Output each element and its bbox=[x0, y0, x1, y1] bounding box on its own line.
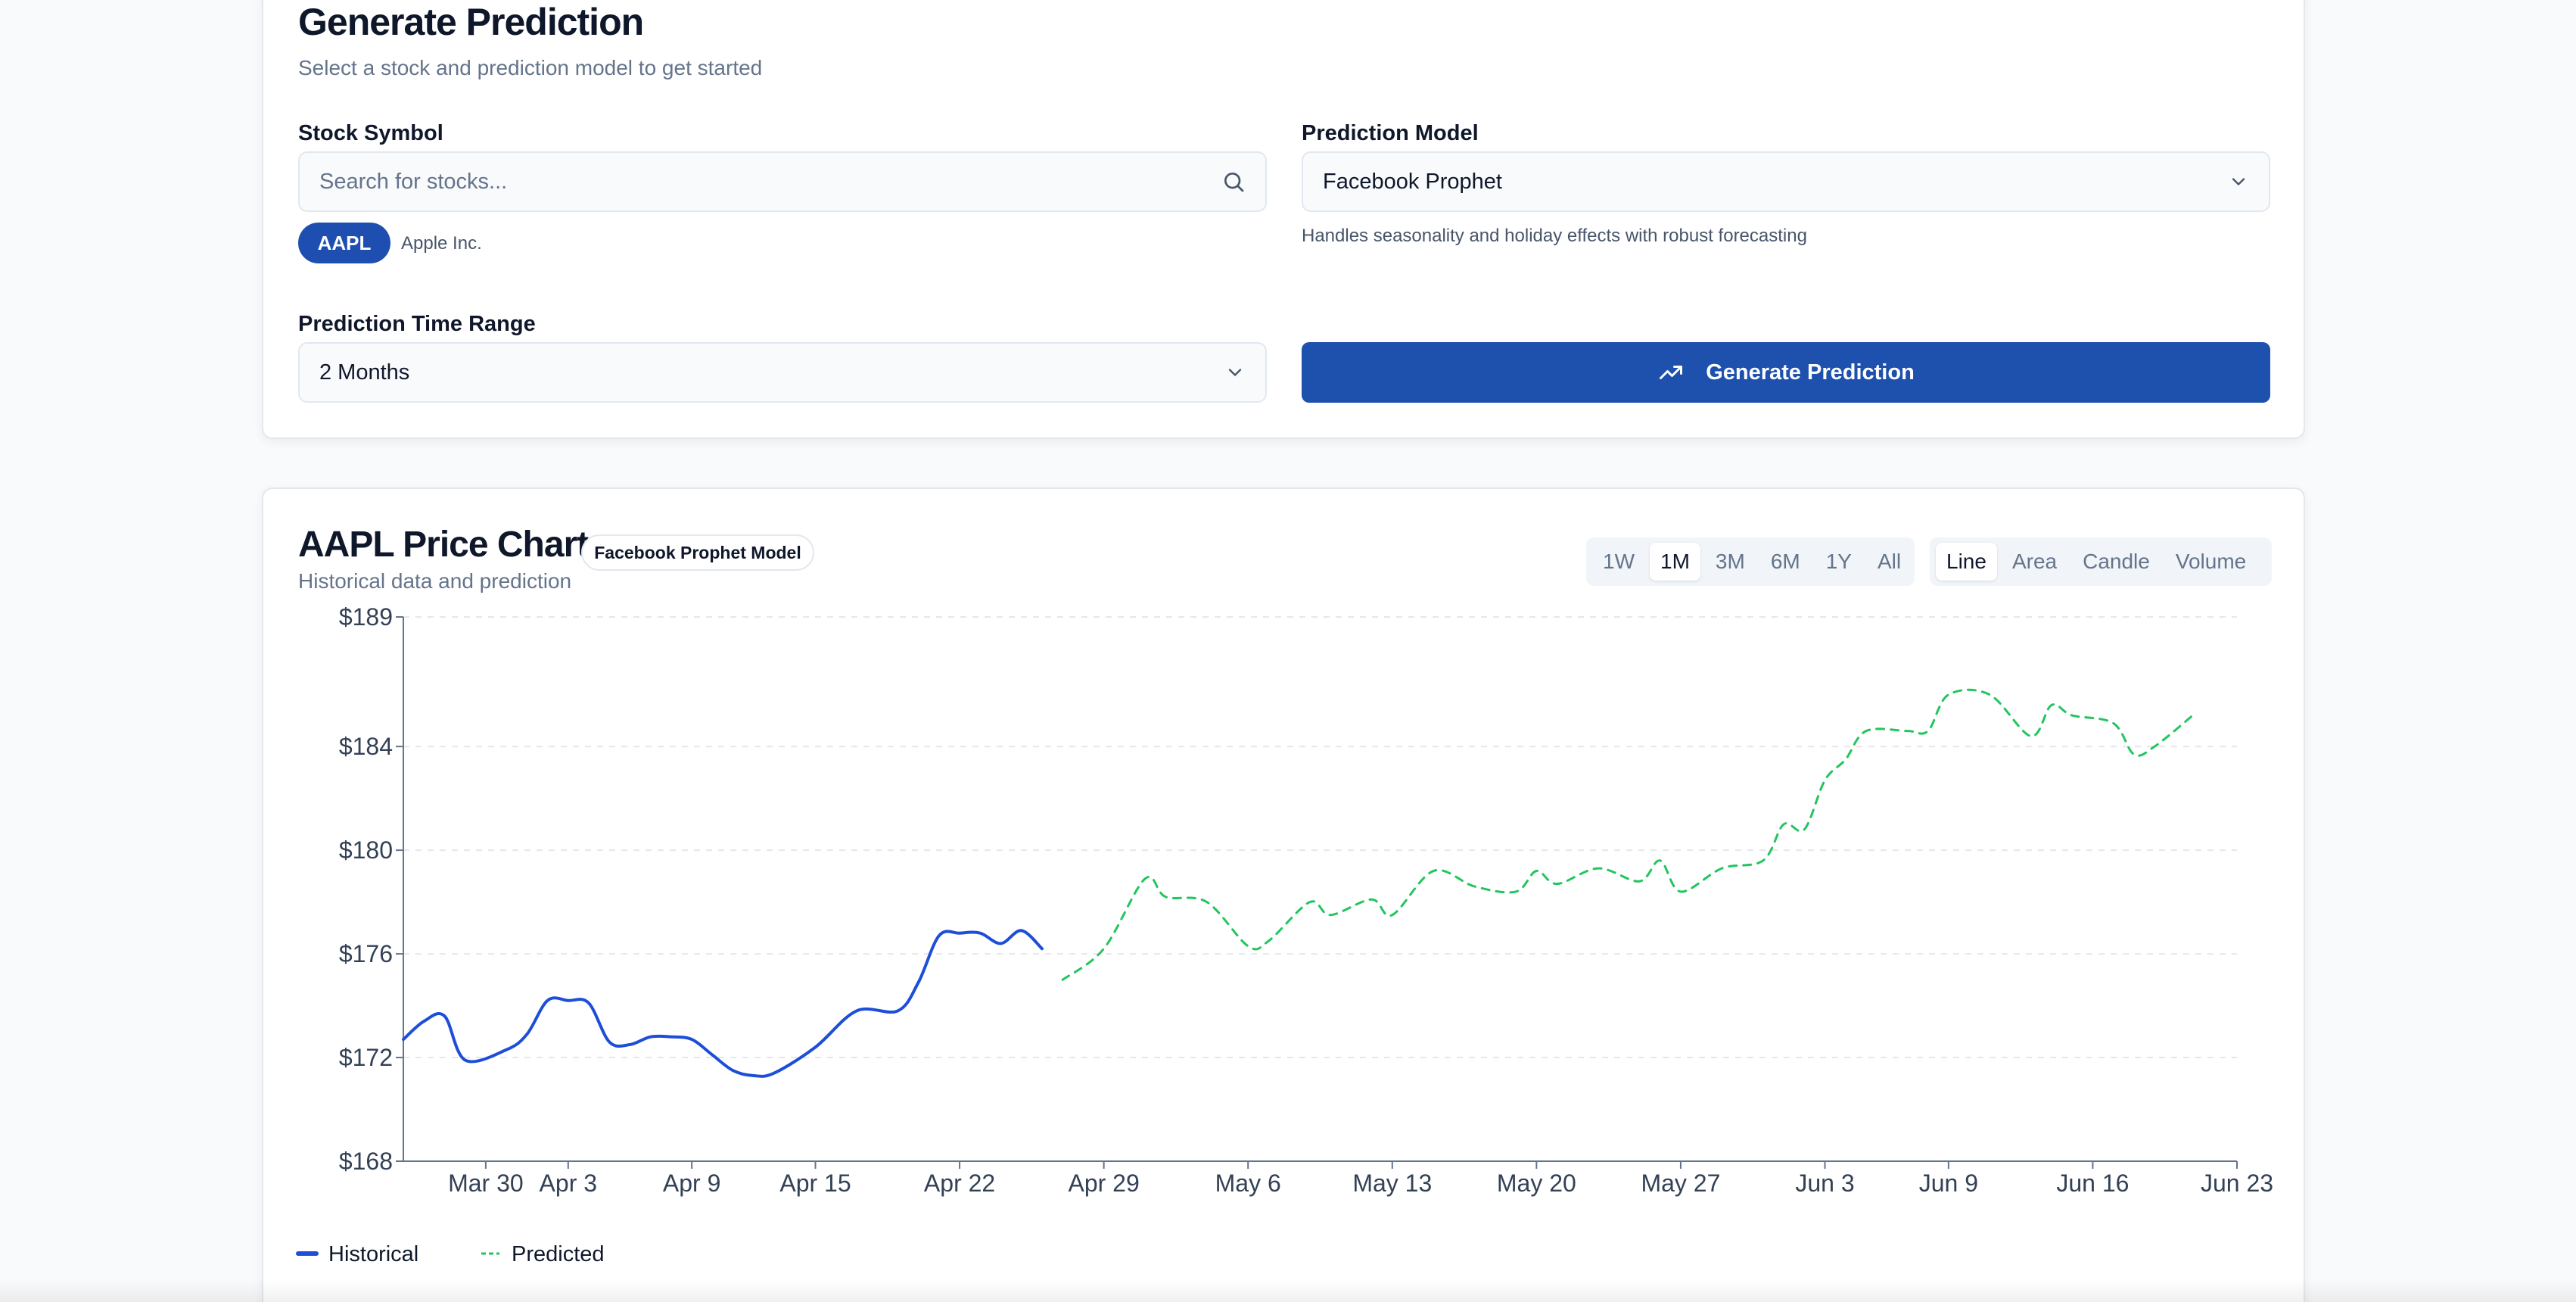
y-tick-label: $189 bbox=[339, 603, 393, 631]
legend-label-predicted: Predicted bbox=[512, 1242, 605, 1266]
series-line-predicted bbox=[1061, 688, 2198, 981]
y-tick-label: $176 bbox=[339, 940, 393, 967]
x-tick-label: Jun 9 bbox=[1919, 1170, 1978, 1197]
y-tick-label: $168 bbox=[339, 1148, 393, 1175]
x-tick-label: Jun 3 bbox=[1795, 1170, 1854, 1197]
x-tick-label: May 6 bbox=[1215, 1170, 1281, 1197]
y-tick-label: $172 bbox=[339, 1044, 393, 1071]
page-bottom-shade bbox=[0, 1279, 2576, 1302]
x-tick-label: Mar 30 bbox=[448, 1170, 524, 1197]
x-tick-label: Apr 9 bbox=[663, 1170, 720, 1197]
x-tick-label: Jun 23 bbox=[2201, 1170, 2273, 1197]
x-tick-label: May 13 bbox=[1352, 1170, 1432, 1197]
series-line-historical bbox=[402, 929, 1044, 1078]
x-tick-label: Apr 29 bbox=[1068, 1170, 1139, 1197]
x-tick-label: May 27 bbox=[1641, 1170, 1720, 1197]
y-tick-label: $184 bbox=[339, 733, 393, 760]
x-tick-label: Apr 3 bbox=[540, 1170, 597, 1197]
y-tick-label: $180 bbox=[339, 836, 393, 864]
price-line-chart: $168 $172 $176 $180 $184 $189 Mar 30 Apr 3 Apr 9… bbox=[296, 603, 2273, 1266]
legend-label-historical: Historical bbox=[328, 1242, 418, 1266]
x-tick-label: Apr 22 bbox=[924, 1170, 995, 1197]
x-tick-label: Jun 16 bbox=[2056, 1170, 2129, 1197]
x-tick-label: Apr 15 bbox=[779, 1170, 851, 1197]
x-tick-label: May 20 bbox=[1497, 1170, 1576, 1197]
